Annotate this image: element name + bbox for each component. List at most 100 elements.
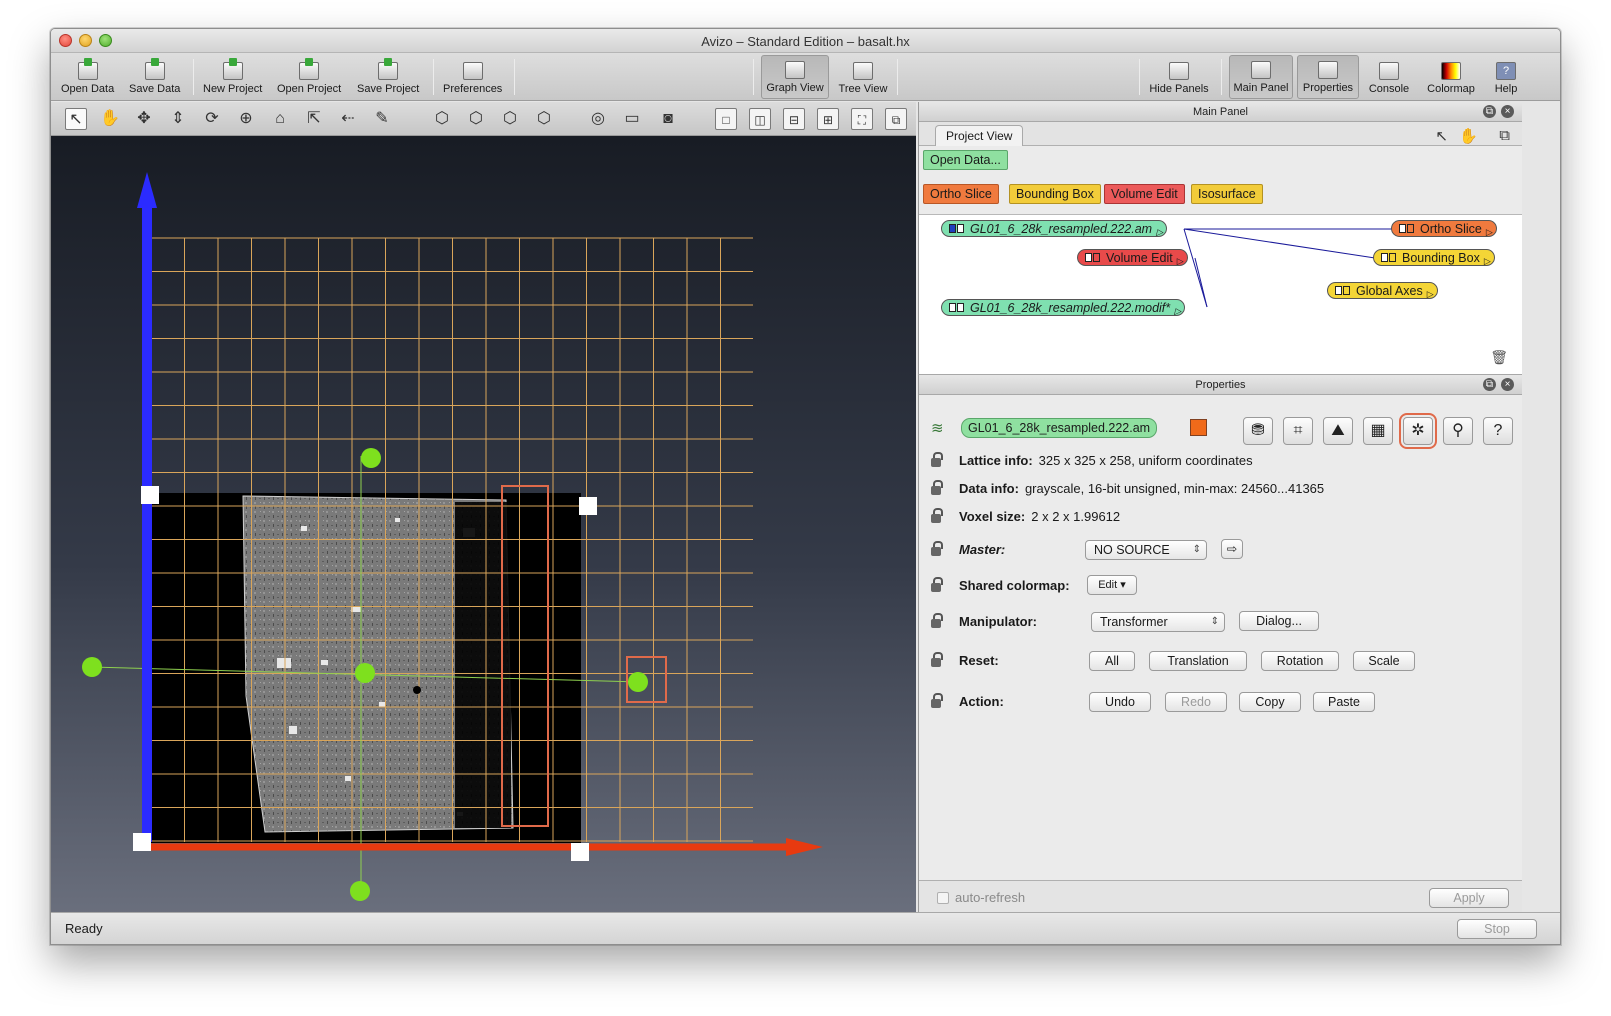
undock-panel-icon[interactable]: ⧉ xyxy=(1483,378,1496,391)
preferences-button[interactable]: Preferences xyxy=(443,55,502,99)
pan-hand-icon[interactable]: ✋ xyxy=(99,108,121,130)
node-volume-edit[interactable]: Volume Edit ▷ xyxy=(1077,249,1188,266)
view-x-icon[interactable]: ⬡ xyxy=(431,108,453,130)
save-project-button[interactable]: Save Project xyxy=(357,55,419,99)
view-z-icon[interactable]: ⬡ xyxy=(499,108,521,130)
layout-four-icon[interactable]: ⊞ xyxy=(817,108,839,130)
volume-edit-shortcut[interactable]: Volume Edit xyxy=(1104,184,1185,204)
layout-single-icon[interactable]: □ xyxy=(715,108,737,130)
auto-layout-icon[interactable]: ⧉ xyxy=(1499,127,1510,144)
close-panel-icon[interactable]: × xyxy=(1501,378,1514,391)
bbox-handle[interactable] xyxy=(141,486,159,504)
undock-panel-icon[interactable]: ⧉ xyxy=(1483,105,1496,118)
dialog-button[interactable]: Dialog... xyxy=(1239,611,1319,631)
properties-button[interactable]: Properties xyxy=(1297,55,1359,99)
help-button[interactable]: ? Help xyxy=(1485,55,1527,99)
ortho-slice-shortcut[interactable]: Ortho Slice xyxy=(923,184,999,204)
reset-all-button[interactable]: All xyxy=(1089,651,1135,671)
lock-icon[interactable] xyxy=(931,541,943,557)
view-y-icon[interactable]: ⬡ xyxy=(465,108,487,130)
ortho-slice-action-icon[interactable]: ⛃ xyxy=(1243,417,1273,445)
auto-refresh-checkbox[interactable] xyxy=(937,892,949,904)
spreadsheet-icon[interactable]: ▦ xyxy=(1363,417,1393,445)
apply-button[interactable]: Apply xyxy=(1429,888,1509,908)
open-project-button[interactable]: Open Project xyxy=(277,55,341,99)
zoom-updown-icon[interactable]: ⇕ xyxy=(167,108,189,130)
isosurface-shortcut[interactable]: Isosurface xyxy=(1191,184,1263,204)
view-iso-icon[interactable]: ⬡ xyxy=(533,108,555,130)
manipulator-select[interactable]: Transformer xyxy=(1091,612,1225,632)
reset-translation-button[interactable]: Translation xyxy=(1149,651,1247,671)
node-ortho-slice[interactable]: Ortho Slice ▷ xyxy=(1391,220,1497,237)
console-button[interactable]: Console xyxy=(1361,55,1417,99)
stop-button[interactable]: Stop xyxy=(1457,919,1537,939)
seek-icon[interactable]: ⊕ xyxy=(235,108,257,130)
bbox-handle[interactable] xyxy=(579,497,597,515)
node-expand-icon[interactable]: ▷ xyxy=(1427,286,1434,302)
node-expand-icon[interactable]: ▷ xyxy=(1177,253,1184,269)
hide-panels-button[interactable]: Hide Panels xyxy=(1147,55,1211,99)
undo-button[interactable]: Undo xyxy=(1089,692,1151,712)
save-data-button[interactable]: Save Data xyxy=(129,55,180,99)
crop-icon[interactable]: ⌗ xyxy=(1283,417,1313,445)
stereo-icon[interactable]: ◎ xyxy=(587,108,609,130)
measure-icon[interactable]: ✎ xyxy=(371,108,393,130)
graph-view-button[interactable]: Graph View xyxy=(761,55,829,99)
tab-project-view[interactable]: Project View xyxy=(935,125,1024,146)
lock-icon[interactable] xyxy=(931,693,943,709)
lock-icon[interactable] xyxy=(931,480,943,496)
home-icon[interactable]: ⌂ xyxy=(269,108,291,130)
paste-button[interactable]: Paste xyxy=(1313,692,1375,712)
snapshot-camera-icon[interactable]: ◙ xyxy=(657,108,679,130)
bbox-handle[interactable] xyxy=(133,833,151,851)
node-expand-icon[interactable]: ▷ xyxy=(1486,224,1493,240)
select-mode-icon[interactable]: ↖ xyxy=(65,108,87,130)
node-data-source[interactable]: GL01_6_28k_resampled.222.am ▷ xyxy=(941,220,1168,240)
tree-view-button[interactable]: Tree View xyxy=(835,55,891,99)
bounding-box-shortcut[interactable]: Bounding Box xyxy=(1009,184,1101,204)
manipulator-handle[interactable] xyxy=(355,663,375,683)
link-icon[interactable]: ⚲ xyxy=(1443,417,1473,445)
node-expand-icon[interactable]: ▷ xyxy=(1174,303,1181,319)
lock-icon[interactable] xyxy=(931,652,943,668)
main-panel-button[interactable]: Main Panel xyxy=(1229,55,1293,99)
translate-icon[interactable]: ✥ xyxy=(133,108,155,130)
node-bounding-box[interactable]: Bounding Box ▷ xyxy=(1373,249,1495,266)
lock-icon[interactable] xyxy=(931,577,943,593)
open-data-button[interactable]: Open Data xyxy=(61,55,114,99)
object-color-swatch[interactable] xyxy=(1190,419,1207,436)
hand-icon[interactable]: ✋ xyxy=(1459,127,1478,145)
pointer-icon[interactable]: ↖ xyxy=(1435,127,1448,145)
fullscreen-icon[interactable]: ⛶ xyxy=(851,108,873,130)
node-expand-icon[interactable]: ▷ xyxy=(1156,224,1163,240)
master-connect-arrow-icon[interactable]: ⇨ xyxy=(1221,539,1243,559)
reset-rotation-button[interactable]: Rotation xyxy=(1261,651,1339,671)
node-expand-icon[interactable]: ▷ xyxy=(1484,253,1491,269)
bbox-handle[interactable] xyxy=(571,843,589,861)
help-icon[interactable]: ? xyxy=(1483,417,1513,445)
render-canvas[interactable] xyxy=(51,136,916,914)
lock-icon[interactable] xyxy=(931,613,943,629)
master-select[interactable]: NO SOURCE xyxy=(1085,540,1207,560)
lock-icon[interactable] xyxy=(931,452,943,468)
project-graph[interactable]: GL01_6_28k_resampled.222.am ▷ Volume Edi… xyxy=(919,214,1522,374)
transform-editor-icon[interactable]: ✲ xyxy=(1399,413,1437,449)
reset-scale-button[interactable]: Scale xyxy=(1353,651,1415,671)
viewer-options-icon[interactable]: ⧉ xyxy=(885,108,907,130)
open-data-shortcut[interactable]: Open Data... xyxy=(923,150,1008,170)
manipulator-handle[interactable] xyxy=(628,672,648,692)
manipulator-handle[interactable] xyxy=(350,881,370,901)
set-home-icon[interactable]: ⇱ xyxy=(303,108,325,130)
rotate-icon[interactable]: ⟳ xyxy=(201,108,223,130)
manipulator-handle[interactable] xyxy=(361,448,381,468)
node-global-axes[interactable]: Global Axes ▷ xyxy=(1327,282,1438,299)
lock-icon[interactable] xyxy=(931,508,943,524)
layout-two-vertical-icon[interactable]: ◫ xyxy=(749,108,771,130)
annotation-icon[interactable]: ▭ xyxy=(621,108,643,130)
histogram-icon[interactable]: ⛰ xyxy=(1323,417,1353,445)
new-project-button[interactable]: New Project xyxy=(203,55,262,99)
view-all-icon[interactable]: ⇠ xyxy=(337,108,359,130)
colormap-button[interactable]: Colormap xyxy=(1421,55,1481,99)
manipulator-handle[interactable] xyxy=(82,657,102,677)
selected-object-name[interactable]: GL01_6_28k_resampled.222.am xyxy=(961,418,1158,438)
